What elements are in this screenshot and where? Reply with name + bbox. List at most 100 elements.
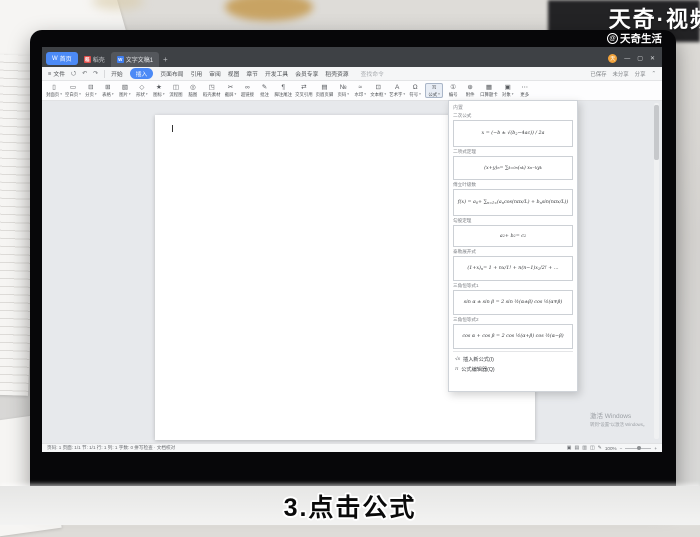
screenshot-button[interactable]: ✂ 截屏 ▾ — [223, 84, 237, 97]
home-tab[interactable]: W 首页 — [46, 52, 78, 65]
saved-status: 已保存 — [590, 71, 607, 78]
view-mode-icon-4[interactable]: ◫ — [590, 445, 595, 451]
save-icon[interactable]: ⭯ — [71, 69, 76, 79]
zoom-out-button[interactable]: − — [620, 446, 623, 451]
tab-review[interactable]: 审阅 — [209, 69, 221, 78]
flowchart-button[interactable]: ◫ 流程图 — [169, 84, 183, 97]
picture-button[interactable]: ▧ 图片 ▾ — [118, 84, 132, 97]
shape-button[interactable]: ◇ 形状 ▾ — [135, 84, 149, 97]
docer-assets-icon: ◳ — [208, 84, 215, 91]
formula-gallery-item-binomial[interactable]: 二项式定理 (x+y) n = ∑ k=0 n (n k) x n−k y k — [453, 149, 573, 180]
tab-member[interactable]: 会员专享 — [295, 69, 318, 78]
formula-gallery-item-quadratic[interactable]: 二次公式 x = (−b ± √(b 2 −4ac)) / 2a — [453, 113, 573, 147]
view-mode-icon-2[interactable]: ▤ — [574, 445, 579, 451]
tab-references[interactable]: 引用 — [191, 69, 203, 78]
close-icon[interactable]: ✕ — [650, 55, 655, 62]
document-tab-label: 文字文稿1 — [125, 58, 154, 64]
sqrt-x-icon: √x — [455, 356, 461, 362]
header-footer-button[interactable]: ▤ 页眉页脚 — [316, 84, 334, 97]
view-mode-icon-5[interactable]: ✎ — [598, 445, 602, 451]
tab-home[interactable]: 开始 — [111, 69, 123, 78]
watermark-icon: ≈ — [358, 84, 362, 91]
view-mode-icon-3[interactable]: ▥ — [582, 445, 587, 451]
mindmap-button[interactable]: ◎ 脑图 — [186, 84, 200, 97]
zoom-level[interactable]: 100% — [605, 446, 617, 451]
wordart-icon: A — [394, 84, 400, 91]
formula-gallery-item-trig1[interactable]: 三角恒等式1 sin α ± sin β = 2 sin ½(α±β) cos … — [453, 283, 573, 315]
vertical-scrollbar[interactable] — [654, 103, 659, 439]
docer-assets-button[interactable]: ◳ 稻壳素材 — [203, 84, 221, 97]
table-button[interactable]: ⊞ 表格 ▾ — [101, 84, 115, 97]
cross-reference-button[interactable]: ⇄ 交叉引用 — [295, 84, 313, 97]
icon-library-button[interactable]: ★ 图标 ▾ — [152, 84, 166, 97]
blank-page-button[interactable]: ▭ 空白页 ▾ — [65, 84, 81, 97]
symbol-button[interactable]: Ω 符号 ▾ — [408, 84, 422, 97]
oral-math-button[interactable]: ▦ 口算题卡 — [480, 84, 498, 97]
user-avatar[interactable]: 天 — [608, 54, 618, 63]
tab-insert[interactable]: 插入 — [129, 68, 154, 79]
formula-gallery-item-pythagorean[interactable]: 勾股定理 a2 + b2 = c2 — [453, 218, 573, 247]
numbering-button[interactable]: ① 编号 — [446, 84, 460, 97]
footnote-button[interactable]: ¶ 脚注尾注 — [274, 84, 292, 97]
tab-developer[interactable]: 开发工具 — [265, 69, 288, 78]
formula-button[interactable]: π 公式 ▾ — [425, 83, 444, 98]
brand-watermark-small: @ 天奇生活 — [607, 31, 662, 46]
attachment-button[interactable]: ⊕ 附件 — [463, 84, 477, 97]
watermark-button[interactable]: ≈ 水印 ▾ — [353, 84, 367, 97]
maximize-icon[interactable]: ▢ — [637, 55, 643, 62]
oral-math-icon: ▦ — [485, 84, 492, 91]
formula-preview[interactable]: sin α ± sin β = 2 sin ½(α±β) cos ½(α∓β) — [453, 290, 573, 315]
insert-new-formula-item[interactable]: √x 插入新公式(I) — [453, 354, 573, 364]
screenshot-icon: ✂ — [227, 84, 234, 91]
more-button[interactable]: ⋯ 更多 — [518, 84, 532, 97]
desk-gold-object — [225, 0, 313, 21]
formula-preview[interactable]: x = (−b ± √(b 2 −4ac)) / 2a — [453, 120, 573, 147]
hyperlink-icon: ∞ — [245, 84, 250, 91]
redo-icon[interactable]: ↷ — [93, 70, 98, 77]
tab-page-layout[interactable]: 页面布局 — [160, 69, 183, 78]
formula-preview[interactable]: a2 + b2 = c2 — [453, 225, 573, 247]
writer-doc-icon: W — [116, 56, 124, 63]
file-menu-button[interactable]: ≡ 文件 — [48, 69, 65, 79]
zoom-slider[interactable] — [625, 446, 652, 450]
minimize-icon[interactable]: — — [624, 56, 630, 62]
cover-page-button[interactable]: ▯ 封面页 ▾ — [46, 84, 62, 97]
equation-editor-item[interactable]: π 公式编辑器(Q) — [453, 364, 573, 374]
page-number-button[interactable]: № 页码 ▾ — [336, 84, 350, 97]
cross-reference-icon: ⇄ — [301, 84, 307, 91]
tab-view[interactable]: 视图 — [228, 69, 240, 78]
wordart-button[interactable]: A 艺术字 ▾ — [389, 84, 405, 97]
formula-gallery-item-fourier[interactable]: 傅立叶级数 f(x) = a0 + ∑ n=1 ∞ (a n cos(nπx/L) + … — [453, 182, 573, 216]
wps-logo-icon: W — [52, 55, 58, 62]
formula-preview[interactable]: f(x) = a0 + ∑ n=1 ∞ (a n cos(nπx/L) + b n sin(… — [453, 189, 573, 216]
search-command-hint[interactable]: 查找命令 — [361, 69, 384, 78]
view-mode-icon-1[interactable]: ▣ — [567, 445, 572, 451]
formula-preview[interactable]: (1+x) n = 1 + nx/1! + n(n−1)x 2/2! + … — [453, 256, 573, 281]
object-icon: ▣ — [504, 84, 511, 91]
hyperlink-button[interactable]: ∞ 超链接 — [240, 84, 254, 97]
wps-window: W 首页 稻 稻壳 W 文字文稿1 + 天 — ▢ ✕ ≡ 文件 ⭯ ↶ ↷ 开… — [42, 47, 662, 452]
zoom-slider-knob[interactable] — [637, 446, 642, 450]
new-tab-button[interactable]: + — [163, 55, 168, 64]
collapse-ribbon-icon[interactable]: ⌃ — [651, 71, 656, 77]
tab-section[interactable]: 章节 — [246, 69, 258, 78]
tab-docer-resources[interactable]: 稻壳资源 — [325, 69, 348, 78]
document-tab[interactable]: W 文字文稿1 — [110, 52, 160, 67]
divider — [104, 69, 106, 78]
formula-gallery-item-taylor[interactable]: 泰勒展开式 (1+x) n = 1 + nx/1! + n(n−1)x 2/2! +… — [453, 249, 573, 281]
comment-button[interactable]: ✎ 批注 — [257, 84, 271, 97]
share-button[interactable]: 分享 — [635, 70, 646, 78]
scrollbar-thumb[interactable] — [654, 105, 659, 160]
formula-icon: π — [431, 84, 437, 91]
page-break-button[interactable]: ⊟ 分页 ▾ — [84, 84, 98, 97]
zoom-in-button[interactable]: + — [654, 446, 657, 451]
docer-tab[interactable]: 稻 稻壳 — [78, 52, 111, 67]
title-bar: W 首页 稻 稻壳 W 文字文稿1 + 天 — ▢ ✕ — [42, 47, 662, 67]
object-button[interactable]: ▣ 对象 ▾ — [501, 84, 515, 97]
undo-icon[interactable]: ↶ — [82, 70, 87, 77]
text-box-button[interactable]: ⊡ 文本框 ▾ — [370, 84, 386, 97]
formula-gallery-item-trig2[interactable]: 三角恒等式2 cos α + cos β = 2 cos ½(α+β) cos … — [453, 317, 573, 349]
formula-preview[interactable]: (x+y) n = ∑ k=0 n (n k) x n−k y k — [453, 156, 573, 180]
text-cursor — [172, 125, 173, 132]
formula-preview[interactable]: cos α + cos β = 2 cos ½(α+β) cos ½(α−β) — [453, 324, 573, 349]
